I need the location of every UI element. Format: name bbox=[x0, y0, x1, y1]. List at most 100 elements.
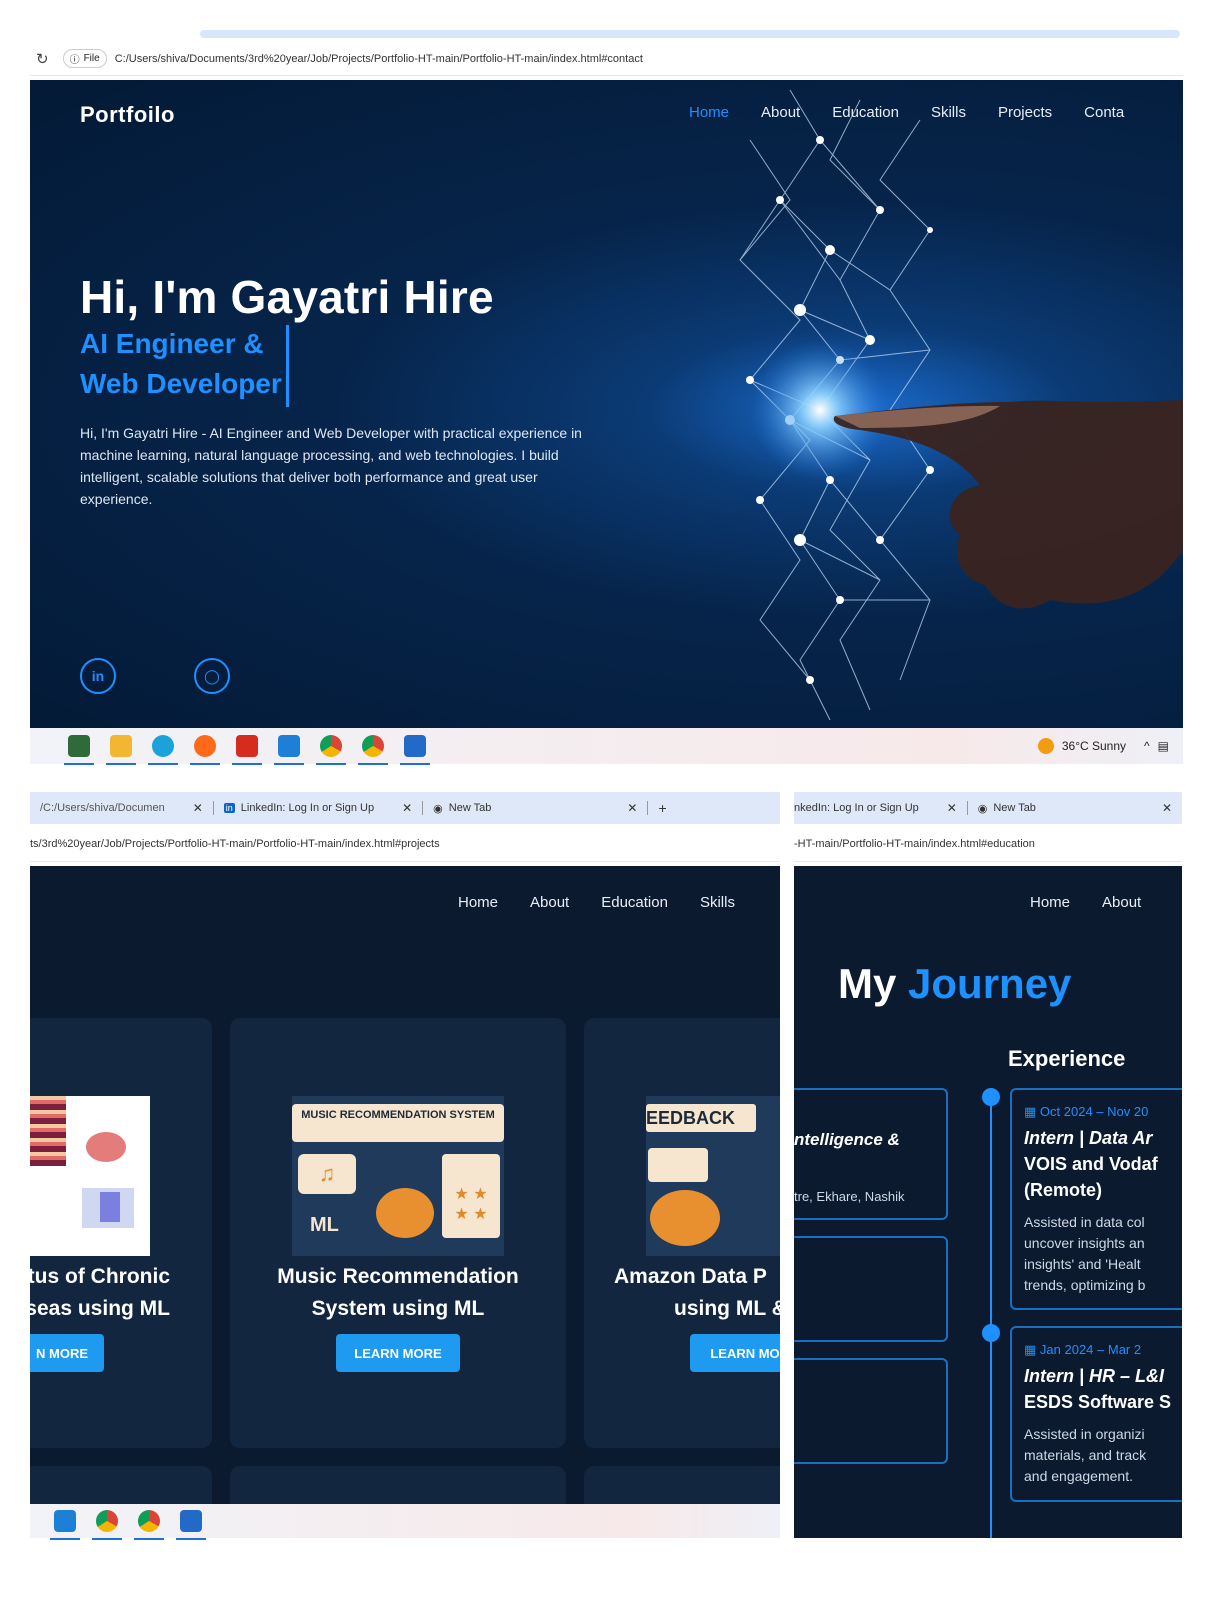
experience-heading: Experience bbox=[1008, 1046, 1126, 1071]
calendar-icon: ▦ bbox=[1024, 1342, 1037, 1357]
photos-icon[interactable] bbox=[400, 735, 430, 765]
right-address-bar[interactable]: -HT-main/Portfolio-HT-main/index.html#ed… bbox=[794, 826, 1182, 862]
project-card bbox=[230, 1466, 566, 1506]
hero-description: Hi, I'm Gayatri Hire - AI Engineer and W… bbox=[80, 425, 582, 507]
project-title-line2: using ML & bbox=[674, 1297, 780, 1320]
project-card: EEDBACK Amazon Data P using ML & LEARN M… bbox=[584, 1018, 780, 1448]
education-card bbox=[794, 1236, 948, 1342]
reload-icon[interactable]: ↻ bbox=[36, 50, 49, 68]
tab-new[interactable]: ◉ New Tab ✕ bbox=[968, 792, 1182, 824]
learn-more-button[interactable]: N MORE bbox=[30, 1334, 104, 1372]
tab-linkedin[interactable]: in LinkedIn: Log In or Sign Up ✕ bbox=[214, 792, 422, 824]
nav-skills[interactable]: Skills bbox=[931, 104, 966, 121]
close-icon[interactable]: ✕ bbox=[1162, 801, 1172, 815]
taskbar: 36°C Sunny ^ ▤ bbox=[30, 728, 1183, 765]
main-nav: Home About Education Skills Projects Con… bbox=[689, 104, 1124, 121]
project-title-line1: tus of Chronic bbox=[30, 1265, 170, 1288]
education-card bbox=[794, 1358, 948, 1464]
address-bar[interactable]: ↻ ⓘ File C:/Users/shiva/Documents/3rd%20… bbox=[30, 42, 1183, 76]
chrome-app-icon[interactable] bbox=[316, 735, 346, 765]
new-tab-icon: ◉ bbox=[433, 802, 443, 815]
hero-network-art bbox=[739, 89, 1183, 721]
project-card bbox=[30, 1466, 212, 1506]
nav-skills[interactable]: Skills bbox=[700, 894, 735, 911]
nav-home[interactable]: Home bbox=[458, 894, 498, 911]
file-label: File bbox=[83, 53, 100, 64]
projects-nav: Home About Education Skills bbox=[458, 894, 735, 911]
nav-about[interactable]: About bbox=[761, 104, 800, 121]
url-text[interactable]: C:/Users/shiva/Documents/3rd%20year/Job/… bbox=[115, 53, 643, 65]
new-tab-button[interactable]: + bbox=[658, 800, 666, 816]
site-info-pill[interactable]: ⓘ File bbox=[62, 49, 107, 68]
experience-card: ▦ Jan 2024 – Mar 2 Intern | HR – L&I ESD… bbox=[1010, 1326, 1182, 1502]
media-player-icon[interactable] bbox=[232, 735, 262, 765]
vscode-icon[interactable] bbox=[50, 1510, 80, 1540]
nav-education[interactable]: Education bbox=[601, 894, 668, 911]
firefox-icon[interactable] bbox=[190, 735, 220, 765]
linkedin-icon[interactable]: in bbox=[80, 658, 116, 694]
linkedin-icon: in bbox=[223, 803, 235, 813]
project-image bbox=[30, 1096, 150, 1256]
sun-icon bbox=[1037, 738, 1054, 754]
learn-more-button[interactable]: LEARN MORE bbox=[336, 1334, 460, 1372]
info-icon: ⓘ bbox=[69, 55, 80, 66]
nav-contact[interactable]: Conta bbox=[1084, 104, 1124, 121]
photos-icon[interactable] bbox=[176, 1510, 206, 1540]
tab-linkedin[interactable]: nkedIn: Log In or Sign Up ✕ bbox=[794, 792, 967, 824]
section-title: My Journey bbox=[838, 960, 1072, 1007]
education-card: ntelligence & tre, Ekhare, Nashik bbox=[794, 1088, 948, 1220]
tab-portfolio[interactable]: /C:/Users/shiva/Documen ✕ bbox=[30, 792, 213, 824]
chrome-icon[interactable] bbox=[358, 735, 388, 765]
brand-logo[interactable]: Portfoilo bbox=[80, 102, 175, 128]
nav-projects[interactable]: Projects bbox=[998, 104, 1052, 121]
hero-section: Portfoilo Home About Education Skills Pr… bbox=[30, 80, 1183, 740]
left-tabs-bar: /C:/Users/shiva/Documen ✕ in LinkedIn: Log… bbox=[30, 792, 780, 824]
new-tab-icon: ◉ bbox=[977, 802, 988, 815]
project-title-line1: Music Recommendation bbox=[277, 1265, 519, 1288]
github-icon[interactable]: ◯ bbox=[194, 658, 230, 694]
nav-about[interactable]: About bbox=[530, 894, 569, 911]
project-image: EEDBACK bbox=[646, 1096, 780, 1256]
vscode-icon[interactable] bbox=[274, 735, 304, 765]
project-title-line2: System using ML bbox=[311, 1297, 485, 1320]
education-nav: Home About bbox=[1030, 894, 1141, 911]
file-explorer-icon[interactable] bbox=[106, 735, 136, 765]
edge-icon[interactable] bbox=[148, 735, 178, 765]
project-title-line1: Amazon Data P bbox=[614, 1265, 767, 1288]
taskbar bbox=[30, 1504, 780, 1540]
nav-about[interactable]: About bbox=[1102, 894, 1141, 911]
chevron-up-icon[interactable]: ^ bbox=[1144, 739, 1150, 753]
chrome-icon[interactable] bbox=[134, 1510, 164, 1540]
chrome-app-icon[interactable] bbox=[92, 1510, 122, 1540]
url-text[interactable]: ts/3rd%20year/Job/Projects/Portfolio-HT-… bbox=[30, 838, 440, 850]
url-text[interactable]: -HT-main/Portfolio-HT-main/index.html#ed… bbox=[794, 838, 1035, 850]
keyboard-icon[interactable]: ▤ bbox=[1158, 739, 1169, 753]
nav-home[interactable]: Home bbox=[689, 104, 729, 121]
close-icon[interactable]: ✕ bbox=[193, 801, 203, 815]
timeline-dot bbox=[982, 1324, 1000, 1342]
nav-education[interactable]: Education bbox=[832, 104, 899, 121]
projects-section: Home About Education Skills tus of Chron… bbox=[30, 866, 780, 1506]
image-viewer-icon[interactable] bbox=[64, 735, 94, 765]
tab-strip bbox=[200, 30, 1180, 38]
hero-subtitle-line2: Web Developer bbox=[80, 368, 282, 399]
left-address-bar[interactable]: ts/3rd%20year/Job/Projects/Portfolio-HT-… bbox=[30, 826, 780, 862]
close-icon[interactable]: ✕ bbox=[402, 801, 412, 815]
weather-text: 36°C Sunny bbox=[1061, 739, 1127, 753]
hero-subtitle-line1: AI Engineer & bbox=[80, 328, 264, 359]
nav-home[interactable]: Home bbox=[1030, 894, 1070, 911]
project-title-line2: seas using ML bbox=[30, 1297, 170, 1320]
project-card: tus of Chronic seas using ML N MORE bbox=[30, 1018, 212, 1448]
timeline-line bbox=[990, 1096, 992, 1538]
close-icon[interactable]: ✕ bbox=[947, 801, 957, 815]
project-image: MUSIC RECOMMENDATION SYSTEM ♫ ★ ★ ★ ★ ML bbox=[292, 1096, 504, 1256]
close-icon[interactable]: ✕ bbox=[627, 801, 637, 815]
calendar-icon: ▦ bbox=[1024, 1104, 1037, 1119]
experience-card: ▦ Oct 2024 – Nov 20 Intern | Data Ar VOI… bbox=[1010, 1088, 1182, 1310]
tab-new[interactable]: ◉ New Tab ✕ bbox=[423, 792, 647, 824]
project-card bbox=[584, 1466, 780, 1506]
weather-widget[interactable]: 36°C Sunny ^ ▤ bbox=[1037, 738, 1169, 754]
timeline-dot bbox=[982, 1088, 1000, 1106]
project-card: MUSIC RECOMMENDATION SYSTEM ♫ ★ ★ ★ ★ ML … bbox=[230, 1018, 566, 1448]
learn-more-button[interactable]: LEARN MO bbox=[690, 1334, 780, 1372]
